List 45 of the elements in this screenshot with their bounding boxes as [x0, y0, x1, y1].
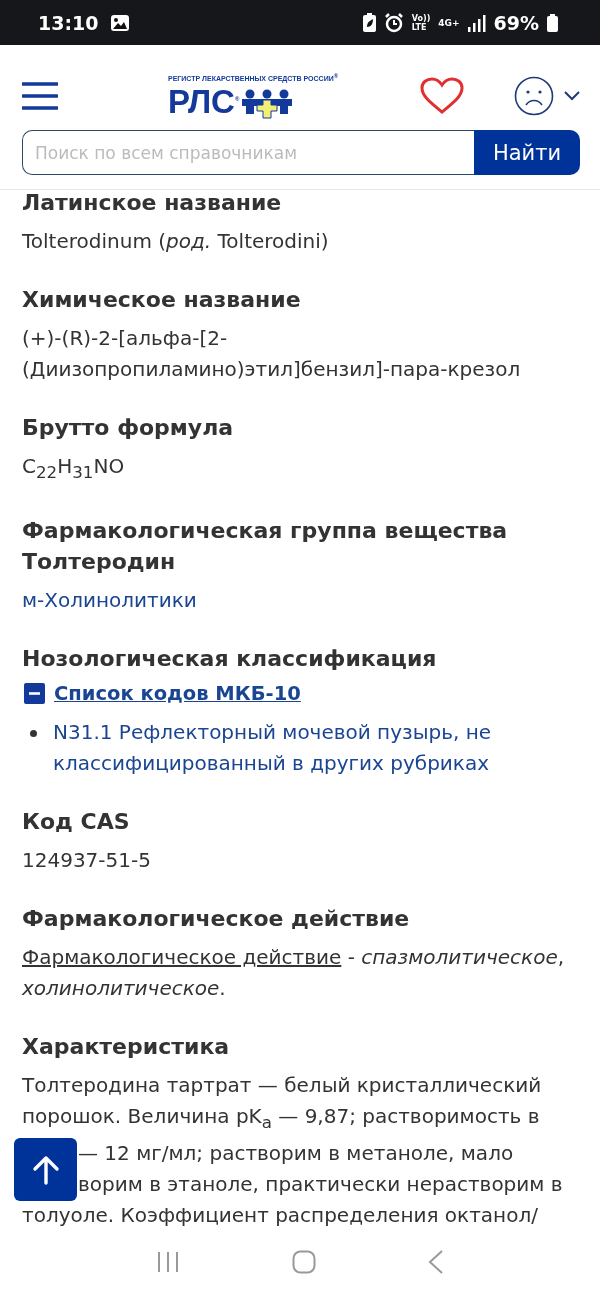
text-line: Толтеродина тартрат — белый кристаллический	[22, 1072, 543, 1099]
alarm-icon	[383, 12, 404, 33]
image-icon	[110, 13, 131, 32]
text-line: порошок. Величина pK$_{a}$ — 9,87; растворимость в	[22, 1103, 541, 1134]
search-button[interactable]: Найти	[474, 130, 580, 175]
text-line: — 12 мг/мл; растворим в метаноле, мало	[78, 1140, 515, 1167]
pharm-action-link[interactable]: Фармакологическое действие	[22, 945, 342, 969]
group-link[interactable]: м-Холинолитики	[22, 588, 197, 612]
section-heading: Латинское название	[22, 190, 283, 217]
signal-icon	[467, 13, 486, 32]
pharm-action-text: Фармакологическое действие - спазмолитическое, холинолитическое.	[22, 944, 566, 1002]
clock-time: 13:10	[38, 11, 99, 34]
logo-text: РЛС$^{®}$	[168, 82, 240, 120]
heart-icon[interactable]	[420, 77, 464, 115]
battery-icon	[547, 13, 558, 32]
recent-apps-icon[interactable]	[156, 1250, 180, 1274]
section-text: 124937-51-5	[22, 847, 152, 874]
section-heading: Фармакологическое действие	[22, 905, 411, 933]
section-heading: Характеристика	[22, 1033, 231, 1061]
battery-saver-icon	[362, 13, 376, 32]
text-line: толуоле. Коэффициент распределения октанол/	[22, 1202, 539, 1229]
section-heading: Брутто формула	[22, 414, 235, 442]
search-field[interactable]: Поиск по всем справочникам	[22, 130, 474, 175]
section-text: (+)-(R)-2-[альфа-[2-(Диизопропиламино)этил]бензил]-пара-крезол	[22, 325, 522, 383]
section-heading: Код CAS	[22, 808, 131, 836]
section-heading: Нозологическая классификация	[22, 645, 438, 673]
sad-face-icon[interactable]	[514, 76, 554, 116]
back-icon[interactable]	[428, 1250, 444, 1274]
scroll-top-button[interactable]	[14, 1138, 77, 1201]
bullet-icon	[30, 730, 37, 737]
text-line: ворим в этаноле, практически нерастворим в	[78, 1171, 564, 1198]
battery-percent: 69%	[493, 11, 539, 34]
logo-figures-icon	[241, 89, 294, 120]
volte-label: Vo)) LTE	[411, 13, 431, 32]
section-text: Tolterodinum (род. Tolterodini)	[22, 228, 330, 255]
collapse-icon[interactable]	[24, 683, 45, 704]
section-heading: Фармакологическая группа вещества Толтеродин	[22, 517, 509, 576]
section-text: C$_{22}$H$_{31}$NO	[22, 453, 126, 484]
network-label: 4G+	[438, 17, 460, 28]
chevron-down-icon[interactable]	[564, 91, 580, 101]
section-heading: Химическое название	[22, 286, 302, 314]
home-icon[interactable]	[292, 1250, 316, 1274]
icd-list-link[interactable]: Список кодов МКБ-10	[54, 682, 301, 705]
menu-icon[interactable]	[22, 82, 58, 110]
icd-code-link[interactable]: N31.1 Рефлекторный мочевой пузырь, не классифицированный в других рубриках	[53, 717, 578, 779]
